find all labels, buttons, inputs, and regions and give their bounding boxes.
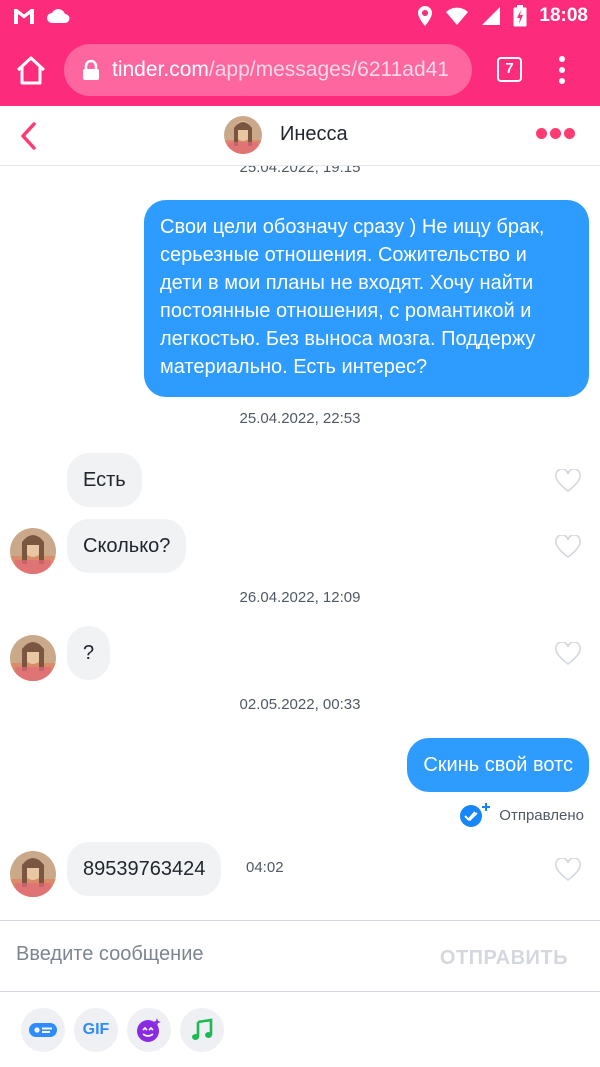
timestamp: 26.04.2022, 12:09 xyxy=(239,589,361,606)
message-time: 04:02 xyxy=(246,859,284,876)
back-arrow-icon[interactable] xyxy=(16,120,42,152)
incoming-message[interactable]: Сколько? xyxy=(67,519,187,573)
home-icon[interactable] xyxy=(14,54,48,88)
lock-icon xyxy=(83,59,99,80)
url-text: tinder.com/app/messages/6211ad41 xyxy=(112,58,449,82)
more-options-button[interactable] xyxy=(536,128,576,144)
incoming-message[interactable]: ? xyxy=(67,626,111,680)
gif-label: GIF xyxy=(82,1021,110,1038)
message-composer: Введите сообщение ОТПРАВИТЬ xyxy=(0,920,600,992)
sticker-icon xyxy=(137,1018,161,1042)
attachment-toolbar: GIF xyxy=(0,992,600,1067)
gmail-icon xyxy=(14,9,34,24)
avatar[interactable] xyxy=(10,635,56,681)
timestamp: 25.04.2022, 22:53 xyxy=(239,410,361,427)
heart-icon[interactable] xyxy=(555,642,581,666)
incoming-message[interactable]: 89539763424 xyxy=(67,842,222,896)
wifi-icon xyxy=(446,7,469,25)
url-host: tinder.com xyxy=(112,58,209,81)
timestamp: 25.04.2022, 19:15 xyxy=(239,166,361,176)
music-note-icon xyxy=(192,1018,213,1040)
tab-switcher-button[interactable]: 7 xyxy=(497,57,522,82)
chat-header: Инесса xyxy=(0,106,600,166)
incoming-message[interactable]: Есть xyxy=(67,453,142,507)
timestamp: 02.05.2022, 00:33 xyxy=(239,696,361,713)
music-button[interactable] xyxy=(180,1008,224,1052)
heart-icon[interactable] xyxy=(555,469,581,493)
url-bar[interactable]: tinder.com/app/messages/6211ad41 xyxy=(64,44,472,96)
heart-icon[interactable] xyxy=(555,858,581,882)
signal-icon xyxy=(482,7,501,25)
sticker-button[interactable] xyxy=(127,1008,171,1052)
gif-button[interactable]: GIF xyxy=(74,1008,118,1052)
profile-card-icon xyxy=(29,1023,57,1037)
clock: 18:08 xyxy=(539,5,588,26)
status-bar: 18:08 xyxy=(0,0,600,34)
match-avatar[interactable] xyxy=(224,116,262,154)
avatar[interactable] xyxy=(10,528,56,574)
avatar[interactable] xyxy=(10,851,56,897)
sent-status-label: Отправлено xyxy=(499,806,584,824)
sent-status: Отправлено xyxy=(459,802,584,828)
outgoing-message[interactable]: Скинь свой вотс xyxy=(407,738,589,792)
location-icon xyxy=(418,6,433,26)
heart-icon[interactable] xyxy=(555,535,581,559)
match-name[interactable]: Инесса xyxy=(280,123,348,146)
browser-menu-button[interactable] xyxy=(552,56,572,86)
battery-charging-icon xyxy=(513,5,527,27)
browser-toolbar: tinder.com/app/messages/6211ad41 7 xyxy=(0,34,600,106)
url-path: /app/messages/6211ad41 xyxy=(208,58,450,81)
read-receipt-icon xyxy=(460,803,491,827)
outgoing-message[interactable]: Свои цели обозначу сразу ) Не ищу брак, … xyxy=(144,200,589,397)
message-list[interactable]: 25.04.2022, 19:15 Свои цели обозначу сра… xyxy=(0,166,600,920)
message-input[interactable]: Введите сообщение xyxy=(16,943,204,966)
profile-card-button[interactable] xyxy=(21,1008,65,1052)
cloud-icon xyxy=(47,9,70,23)
send-button[interactable]: ОТПРАВИТЬ xyxy=(440,947,568,970)
